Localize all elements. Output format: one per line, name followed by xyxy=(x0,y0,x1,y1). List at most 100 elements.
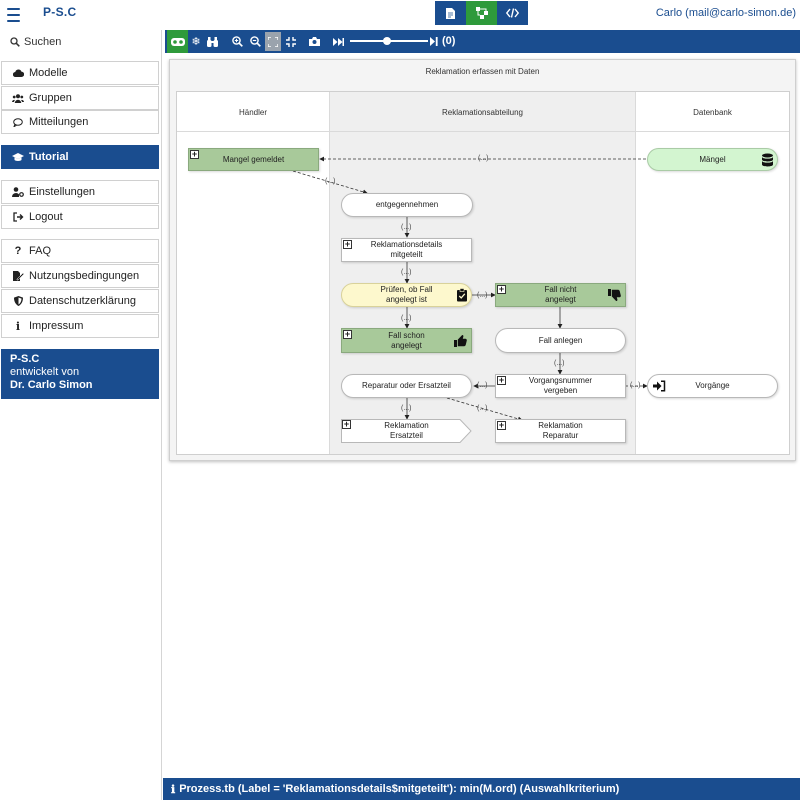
sidebar-item-label: Logout xyxy=(29,211,63,223)
brand-logo[interactable]: P-S.C xyxy=(43,5,77,19)
edge-label: (...) xyxy=(401,269,412,276)
process-pool: Händler Reklamationsabteilung Datenbank xyxy=(176,91,790,455)
fit-to-screen-button[interactable] xyxy=(266,33,280,50)
sidebar-item-datenschutz[interactable]: Datenschutzerklärung xyxy=(1,289,159,313)
node-entgegennehmen[interactable]: entgegennehmen xyxy=(341,193,473,217)
process-title: Reklamation erfassen mit Daten xyxy=(425,67,540,76)
edge-label: (...) xyxy=(554,360,565,367)
fast-forward-icon xyxy=(332,37,344,46)
edge-label: (...) xyxy=(478,155,489,162)
zoom-out-icon xyxy=(249,36,261,47)
step-to-end-button[interactable] xyxy=(429,33,439,50)
binoculars-button[interactable] xyxy=(205,33,219,50)
step-forward-icon xyxy=(430,37,438,46)
node-reklamation-reparatur[interactable]: + Reklamation Reparatur xyxy=(495,419,626,443)
developer-info-box: P-S.C entwickelt von Dr. Carlo Simon xyxy=(1,349,159,399)
node-fall-schon-angelegt[interactable]: + Fall schon angelegt xyxy=(341,328,472,353)
zoom-in-button[interactable] xyxy=(230,33,244,50)
compress-button[interactable] xyxy=(284,33,298,50)
info-icon: i xyxy=(15,319,21,333)
shield-icon xyxy=(12,296,24,306)
search-button[interactable]: Suchen xyxy=(10,36,61,48)
fast-forward-button[interactable] xyxy=(331,33,345,50)
sidebar-item-label: Datenschutzerklärung xyxy=(29,295,137,307)
node-reparatur-oder-ersatzteil[interactable]: Reparatur oder Ersatzteil xyxy=(341,374,472,398)
node-pruefen[interactable]: Prüfen, ob Fall angelegt ist xyxy=(341,283,472,307)
expand-plus-icon[interactable]: + xyxy=(190,150,199,159)
edge-label: (...) xyxy=(401,315,412,322)
sidebar-item-tutorial[interactable]: Tutorial xyxy=(1,145,159,169)
expand-plus-icon[interactable]: + xyxy=(343,330,352,339)
sign-in-icon xyxy=(653,380,666,392)
expand-icon xyxy=(268,36,278,47)
sidebar-item-gruppen[interactable]: Gruppen xyxy=(1,86,159,110)
code-view-button[interactable] xyxy=(497,1,528,25)
expand-plus-icon[interactable]: + xyxy=(497,421,506,430)
snowflake-icon: ❄ xyxy=(191,36,201,48)
sidebar-item-label: Mitteilungen xyxy=(29,116,89,128)
diagram-toolbar: ❄ (0) xyxy=(165,30,800,53)
thumbs-down-icon xyxy=(608,289,621,301)
zoom-in-icon xyxy=(231,36,243,47)
simulation-slider-handle[interactable] xyxy=(382,37,391,45)
sidebar-item-impressum[interactable]: i Impressum xyxy=(1,314,159,338)
sidebar-item-mitteilungen[interactable]: Mitteilungen xyxy=(1,110,159,134)
process-diagram-canvas[interactable]: Reklamation erfassen mit Daten Händler R… xyxy=(169,59,796,461)
status-text: Prozess.tb (Label = 'Reklamationsdetails… xyxy=(179,783,620,795)
code-icon xyxy=(506,8,519,18)
freeze-button[interactable]: ❄ xyxy=(189,33,203,50)
node-vorgaenge[interactable]: Vorgänge xyxy=(647,374,778,398)
status-bar: ℹ Prozess.tb (Label = 'Reklamationsdetai… xyxy=(163,778,800,800)
sidebar-item-label: Impressum xyxy=(29,320,84,332)
document-view-button[interactable] xyxy=(435,1,466,25)
sidebar-item-label: Nutzungsbedingungen xyxy=(29,270,140,282)
screenshot-button[interactable] xyxy=(307,33,321,50)
edge-label: (...) xyxy=(477,292,488,299)
menu-icon[interactable] xyxy=(7,8,20,22)
user-account-link[interactable]: Carlo (mail@carlo-simon.de) xyxy=(656,7,796,19)
expand-plus-icon[interactable]: + xyxy=(497,285,506,294)
node-fall-anlegen[interactable]: Fall anlegen xyxy=(495,328,626,353)
node-label-wrap: Reklamation Ersatzteil xyxy=(384,421,429,440)
file-signature-icon xyxy=(12,271,24,281)
app-header: P-S.C Carlo (mail@carlo-simon.de) xyxy=(0,0,800,30)
sign-out-icon xyxy=(12,212,24,222)
sidebar: Suchen Modelle Gruppen Mitteilungen Tuto… xyxy=(0,30,162,800)
user-cog-icon xyxy=(12,187,24,197)
zoom-out-button[interactable] xyxy=(248,33,262,50)
simulation-button[interactable] xyxy=(169,33,186,50)
node-maengel[interactable]: Mängel xyxy=(647,148,778,171)
sidebar-item-label: FAQ xyxy=(29,245,52,257)
sidebar-item-modelle[interactable]: Modelle xyxy=(1,61,159,85)
database-icon xyxy=(762,153,773,166)
process-edges xyxy=(292,156,648,422)
info-developed-by: entwickelt von xyxy=(10,366,80,378)
sidebar-item-nutzungsbedingungen[interactable]: Nutzungsbedingungen xyxy=(1,264,159,288)
sidebar-item-label: Tutorial xyxy=(29,151,69,163)
edge-label: (...) xyxy=(401,405,412,412)
question-icon: ? xyxy=(14,245,22,257)
sidebar-item-faq[interactable]: ? FAQ xyxy=(1,239,159,263)
node-fall-nicht-angelegt[interactable]: + Fall nicht angelegt xyxy=(495,283,626,307)
expand-plus-icon[interactable]: + xyxy=(343,240,352,249)
node-vorgangsnummer[interactable]: + Vorgangsnummer vergeben xyxy=(495,374,626,398)
process-tree-icon xyxy=(475,7,488,19)
clipboard-check-icon xyxy=(457,288,467,302)
node-reklamationsdetails[interactable]: + Reklamationsdetails mitgeteilt xyxy=(341,238,472,262)
process-view-button[interactable] xyxy=(466,1,497,25)
sidebar-item-label: Einstellungen xyxy=(29,186,96,198)
edge-label: (...) xyxy=(325,178,336,185)
users-icon xyxy=(12,93,24,103)
compress-icon xyxy=(286,36,296,47)
sidebar-item-logout[interactable]: Logout xyxy=(1,205,159,229)
cloud-icon xyxy=(12,69,24,77)
search-label: Suchen xyxy=(24,36,62,48)
edge-label: (...) xyxy=(630,382,641,389)
node-mangel-gemeldet[interactable]: + Mangel gemeldet xyxy=(188,148,319,171)
thumbs-up-icon xyxy=(454,334,467,347)
document-icon xyxy=(446,7,455,19)
node-reklamation-ersatzteil[interactable]: + Reklamation Ersatzteil xyxy=(341,419,472,443)
expand-plus-icon[interactable]: + xyxy=(497,376,506,385)
edge-label: (...) xyxy=(477,382,488,389)
sidebar-item-einstellungen[interactable]: Einstellungen xyxy=(1,180,159,204)
